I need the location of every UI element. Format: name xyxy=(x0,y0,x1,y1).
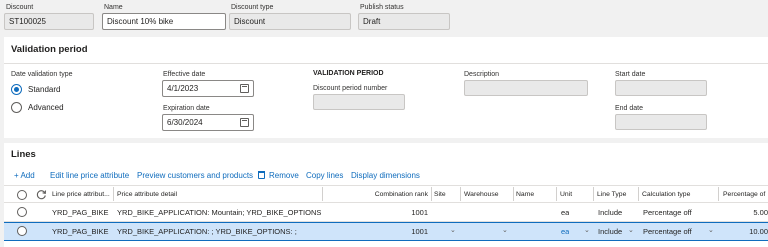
cell-combination-rank[interactable]: 1001 xyxy=(326,227,428,236)
column-separator xyxy=(556,187,557,201)
cell-price-attribute-detail[interactable]: YRD_BIKE_APPLICATION: ; YRD_BIKE_OPTIONS… xyxy=(117,227,322,236)
effective-date-value: 4/1/2023 xyxy=(167,84,199,93)
standard-radio[interactable] xyxy=(11,84,22,95)
column-separator xyxy=(322,187,323,201)
col-percentage-of[interactable]: Percentage of xyxy=(723,191,765,198)
col-line-type[interactable]: Line Type xyxy=(597,191,626,198)
preview-customers-products-button[interactable]: Preview customers and products xyxy=(137,171,253,180)
col-line-price-attribute[interactable]: Line price attribut... xyxy=(52,191,110,198)
chevron-down-icon[interactable]: ⌄ xyxy=(450,226,456,234)
edit-line-price-attribute-button[interactable]: Edit line price attribute xyxy=(50,171,129,180)
start-date-field[interactable] xyxy=(615,80,707,96)
cell-combination-rank[interactable]: 1001 xyxy=(326,208,428,217)
cell-line-type[interactable]: Include xyxy=(598,227,622,236)
cell-line-price-attribute[interactable]: YRD_PAG_BIKE xyxy=(52,227,109,236)
standard-radio-label: Standard xyxy=(28,85,61,94)
discount-type-label: Discount type xyxy=(231,4,274,11)
display-dimensions-button[interactable]: Display dimensions xyxy=(351,171,420,180)
effective-date-label: Effective date xyxy=(163,71,206,78)
discount-label: Discount xyxy=(6,4,34,11)
end-date-field[interactable] xyxy=(615,114,707,130)
discount-id-field[interactable]: ST100025 xyxy=(4,13,94,30)
col-unit[interactable]: Unit xyxy=(560,191,572,198)
col-site[interactable]: Site xyxy=(434,191,446,198)
table-row-selected[interactable]: YRD_PAG_BIKE YRD_BIKE_APPLICATION: ; YRD… xyxy=(4,222,768,241)
validation-period-title: Validation period xyxy=(11,44,88,55)
description-label: Description xyxy=(464,71,500,78)
copy-lines-button[interactable]: Copy lines xyxy=(306,171,343,180)
col-calculation-type[interactable]: Calculation type xyxy=(642,191,690,198)
discount-period-number-field[interactable] xyxy=(313,94,405,110)
table-row[interactable]: YRD_PAG_BIKE YRD_BIKE_APPLICATION: Mount… xyxy=(4,203,768,221)
start-date-label: Start date xyxy=(615,71,646,78)
chevron-down-icon[interactable]: ⌄ xyxy=(584,226,590,234)
cell-calculation-type[interactable]: Percentage off xyxy=(643,227,692,236)
cell-price-attribute-detail[interactable]: YRD_BIKE_APPLICATION: Mountain; YRD_BIKE… xyxy=(117,208,322,217)
discount-type-field[interactable]: Discount xyxy=(229,13,351,30)
date-validation-type-label: Date validation type xyxy=(11,71,73,78)
chevron-down-icon[interactable]: ⌄ xyxy=(502,226,508,234)
advanced-radio-label: Advanced xyxy=(28,103,64,112)
add-button[interactable]: + Add xyxy=(14,171,35,180)
chevron-down-icon[interactable]: ⌄ xyxy=(708,226,714,234)
end-date-label: End date xyxy=(615,105,644,112)
cell-percentage-of[interactable]: 5.00 xyxy=(723,208,768,217)
chevron-down-icon[interactable]: ⌄ xyxy=(628,226,634,234)
cell-line-type[interactable]: Include xyxy=(598,208,622,217)
cell-unit[interactable]: ea xyxy=(561,227,569,236)
select-all-radio[interactable] xyxy=(17,190,27,200)
publish-status-label: Publish status xyxy=(360,4,404,11)
column-separator xyxy=(718,187,719,201)
col-name[interactable]: Name xyxy=(516,191,534,198)
publish-status-field[interactable]: Draft xyxy=(358,13,450,30)
calendar-icon[interactable] xyxy=(240,84,249,93)
col-warehouse[interactable]: Warehouse xyxy=(464,191,499,198)
column-separator xyxy=(431,187,432,201)
effective-date-field[interactable]: 4/1/2023 xyxy=(162,80,254,97)
calendar-icon[interactable] xyxy=(240,118,249,127)
row-select-radio[interactable] xyxy=(17,226,27,236)
name-field[interactable]: Discount 10% bike xyxy=(102,13,226,30)
column-separator xyxy=(460,187,461,201)
expiration-date-label: Expiration date xyxy=(163,105,210,112)
remove-button[interactable]: Remove xyxy=(269,171,299,180)
cell-calculation-type[interactable]: Percentage off xyxy=(643,208,692,217)
trash-icon xyxy=(258,171,265,179)
cell-line-price-attribute[interactable]: YRD_PAG_BIKE xyxy=(52,208,109,217)
column-separator xyxy=(638,187,639,201)
column-separator xyxy=(513,187,514,201)
col-price-attribute-detail[interactable]: Price attribute detail xyxy=(117,191,177,198)
column-separator xyxy=(113,187,114,201)
cell-unit[interactable]: ea xyxy=(561,208,569,217)
discount-period-number-label: Discount period number xyxy=(313,85,388,92)
cell-percentage-of[interactable]: 10.00 xyxy=(723,227,768,236)
refresh-icon[interactable] xyxy=(36,189,47,200)
column-separator xyxy=(593,187,594,201)
advanced-radio[interactable] xyxy=(11,102,22,113)
expiration-date-value: 6/30/2024 xyxy=(167,118,203,127)
divider xyxy=(4,63,768,64)
grid-header-top xyxy=(4,185,768,186)
row-select-radio[interactable] xyxy=(17,207,27,217)
name-label: Name xyxy=(104,4,123,11)
lines-title: Lines xyxy=(11,149,36,160)
description-field[interactable] xyxy=(464,80,588,96)
expiration-date-field[interactable]: 6/30/2024 xyxy=(162,114,254,131)
validation-period-heading: VALIDATION PERIOD xyxy=(313,70,384,77)
col-combination-rank[interactable]: Combination rank xyxy=(326,191,428,198)
